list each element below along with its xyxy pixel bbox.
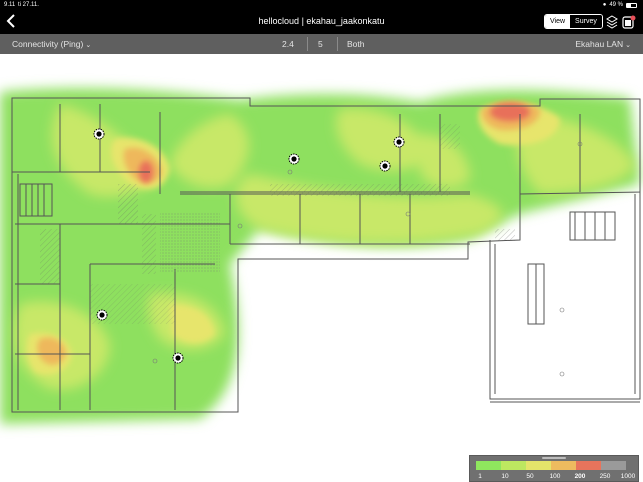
ping-legend[interactable]: 1 10 50 100 200 250 1000 bbox=[469, 455, 639, 482]
survey-mode-button[interactable]: Survey bbox=[570, 15, 602, 28]
legend-tick: 250 bbox=[599, 473, 611, 480]
status-bar: 9.11 ti 27.11. ● 49 % bbox=[0, 0, 643, 10]
legend-swatch-200 bbox=[576, 461, 601, 470]
legend-tick: 50 bbox=[526, 473, 534, 480]
chevron-down-icon: ⌄ bbox=[625, 42, 631, 49]
visualization-dropdown[interactable]: Connectivity (Ping) ⌄ bbox=[12, 39, 91, 49]
visualization-label: Connectivity (Ping) bbox=[12, 39, 84, 49]
network-label: Ekahau LAN bbox=[575, 39, 624, 49]
legend-drag-handle[interactable] bbox=[542, 457, 566, 459]
access-point-icon[interactable] bbox=[96, 309, 108, 321]
chevron-down-icon: ⌄ bbox=[85, 42, 92, 49]
legend-tick: 1000 bbox=[620, 473, 636, 480]
access-point-icon[interactable] bbox=[288, 153, 300, 165]
mode-segmented-control: View Survey bbox=[544, 14, 603, 29]
layers-icon[interactable] bbox=[606, 15, 618, 29]
battery-percent: 49 % bbox=[609, 2, 623, 8]
nav-bar: hellocloud | ekahau_jaakonkatu View Surv… bbox=[0, 10, 643, 34]
app-root: 9.11 ti 27.11. ● 49 % hellocloud | ekaha… bbox=[0, 0, 643, 482]
network-dropdown[interactable]: Ekahau LAN ⌄ bbox=[575, 39, 631, 49]
divider bbox=[307, 37, 308, 51]
status-right: ● 49 % bbox=[603, 2, 637, 8]
access-point-icon[interactable] bbox=[379, 160, 391, 172]
visualization-toolbar: Connectivity (Ping) ⌄ 2.4 5 Both Ekahau L… bbox=[0, 34, 643, 54]
view-mode-button[interactable]: View bbox=[545, 15, 571, 28]
legend-color-bar bbox=[476, 461, 626, 470]
band-2-4-toggle[interactable]: 2.4 bbox=[282, 39, 294, 49]
legend-tick: 100 bbox=[549, 473, 561, 480]
access-point-icon[interactable] bbox=[393, 136, 405, 148]
status-time: 9.11 bbox=[4, 2, 16, 8]
floor-plan-map[interactable] bbox=[0, 54, 643, 454]
chevron-left-icon[interactable] bbox=[6, 13, 22, 31]
band-both-toggle[interactable]: Both bbox=[347, 39, 365, 49]
access-point-icon[interactable] bbox=[172, 352, 184, 364]
legend-swatch-1 bbox=[476, 461, 501, 470]
status-date: ti 27.11. bbox=[18, 2, 39, 8]
legend-swatch-50 bbox=[526, 461, 551, 470]
battery-icon bbox=[626, 2, 637, 8]
legend-swatch-10 bbox=[501, 461, 526, 470]
band-5-toggle[interactable]: 5 bbox=[318, 39, 323, 49]
legend-swatch-100 bbox=[551, 461, 576, 470]
legend-swatch-250 bbox=[601, 461, 626, 470]
legend-tick-selected[interactable]: 200 bbox=[575, 473, 586, 480]
legend-tick: 10 bbox=[501, 473, 509, 480]
heatmap-canvas[interactable] bbox=[0, 54, 643, 454]
legend-tick: 1 bbox=[478, 473, 482, 480]
divider bbox=[337, 37, 338, 51]
wifi-icon: ● bbox=[602, 2, 607, 8]
access-point-icon[interactable] bbox=[93, 128, 105, 140]
device-status-icon[interactable] bbox=[622, 15, 636, 29]
legend-ticks: 1 10 50 100 200 250 1000 bbox=[470, 473, 640, 482]
